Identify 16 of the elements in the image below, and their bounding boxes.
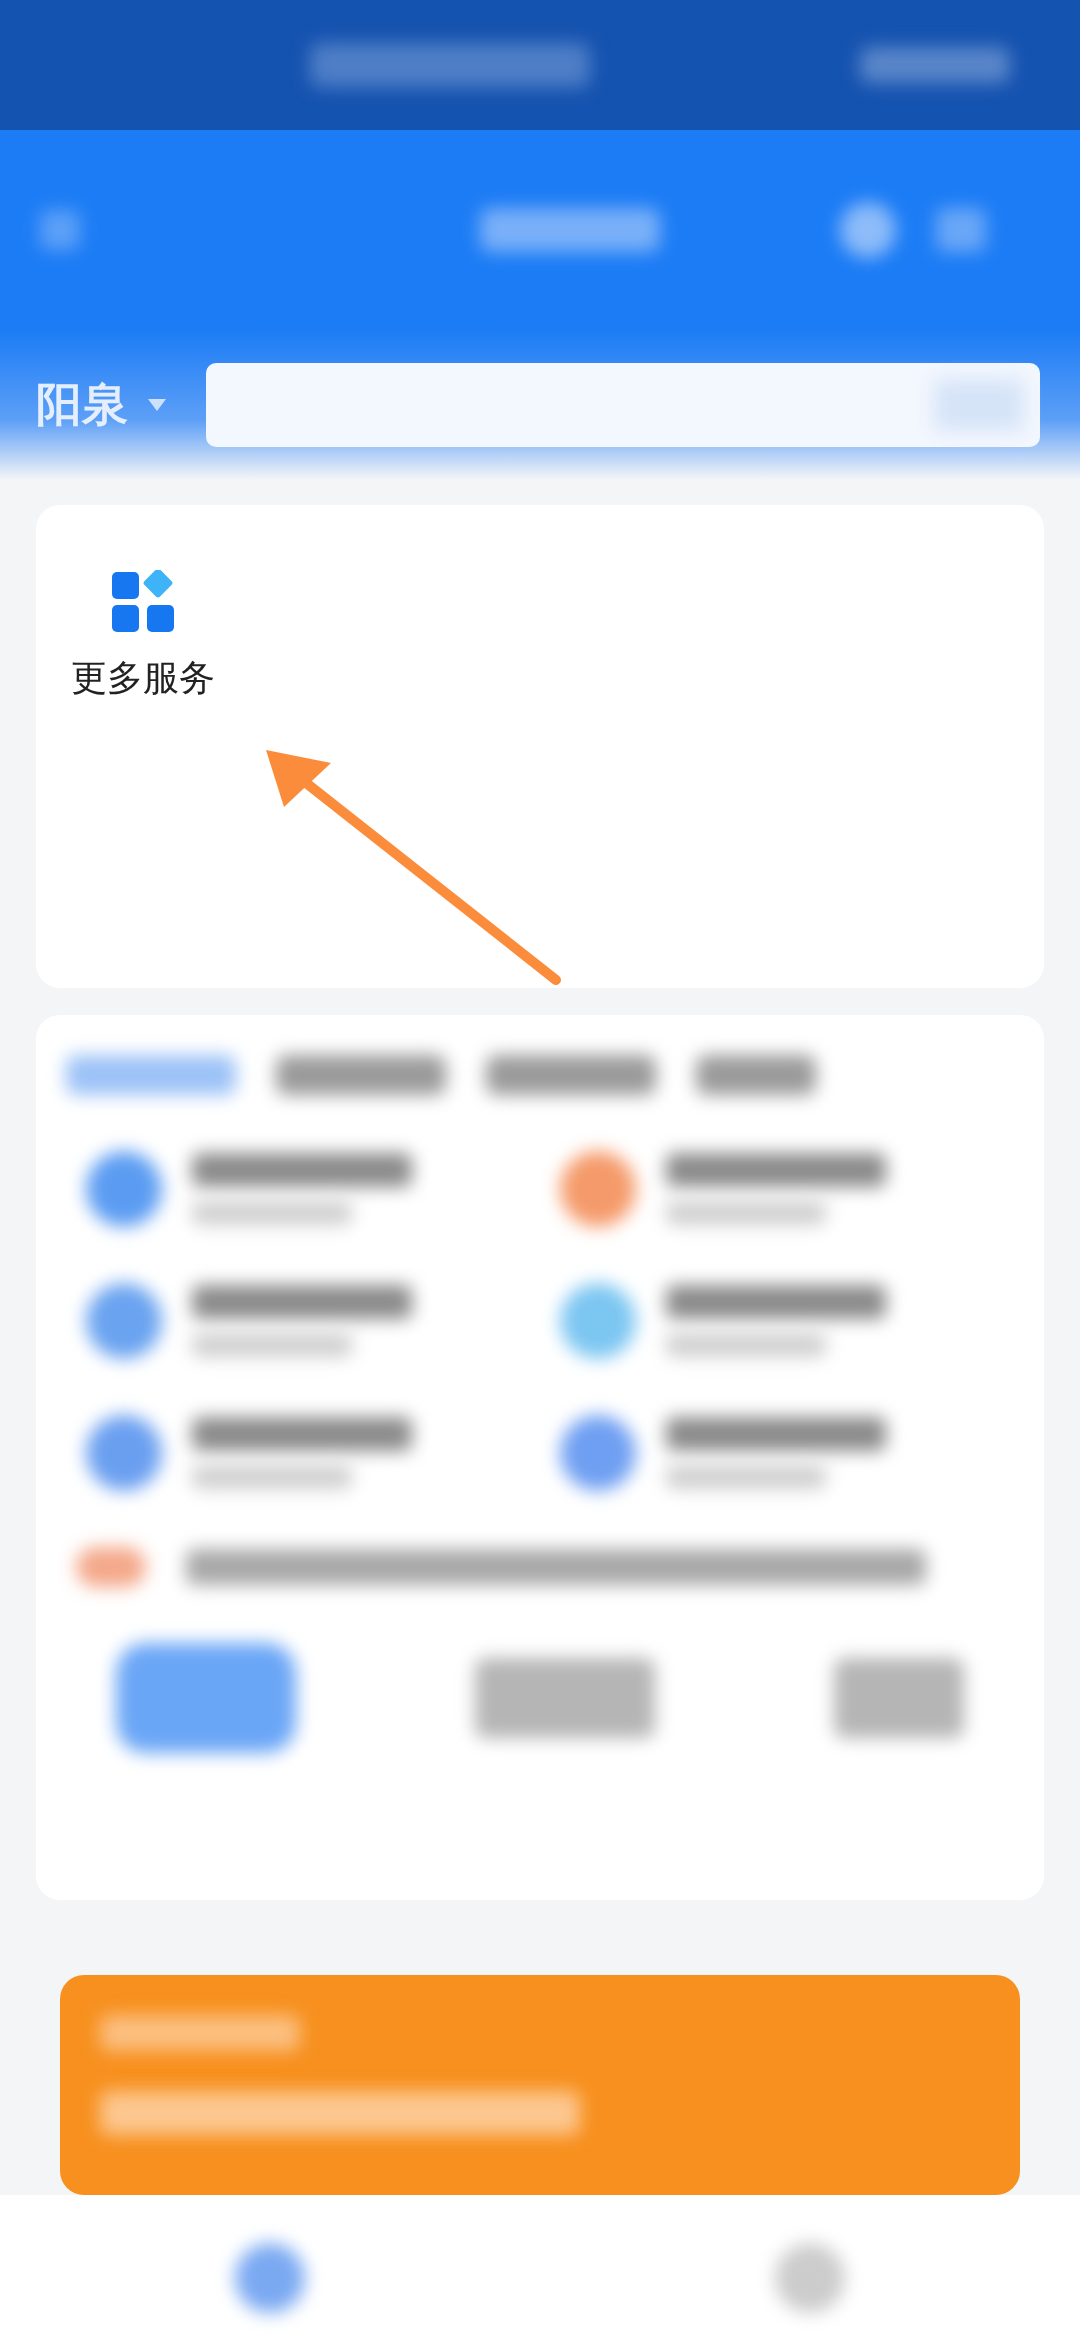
blurred-icon [560,1151,636,1227]
blurred-icon [86,1283,162,1359]
service-label[interactable]: 更多服务 [71,654,215,703]
blurred-icon [936,208,986,252]
blurred-icon [775,2242,845,2313]
search-field[interactable] [206,363,1040,447]
blurred-icon [76,1547,146,1587]
grid-icon [112,570,174,632]
blurred-icon [40,210,80,250]
blurred-icon [86,1151,162,1227]
blurred-icon [235,2242,305,2313]
blurred-icon [560,1283,636,1359]
caret-icon [148,399,166,411]
blurred-icon [560,1415,636,1491]
blurred-icon [840,202,896,258]
blurred-icon [86,1415,162,1491]
